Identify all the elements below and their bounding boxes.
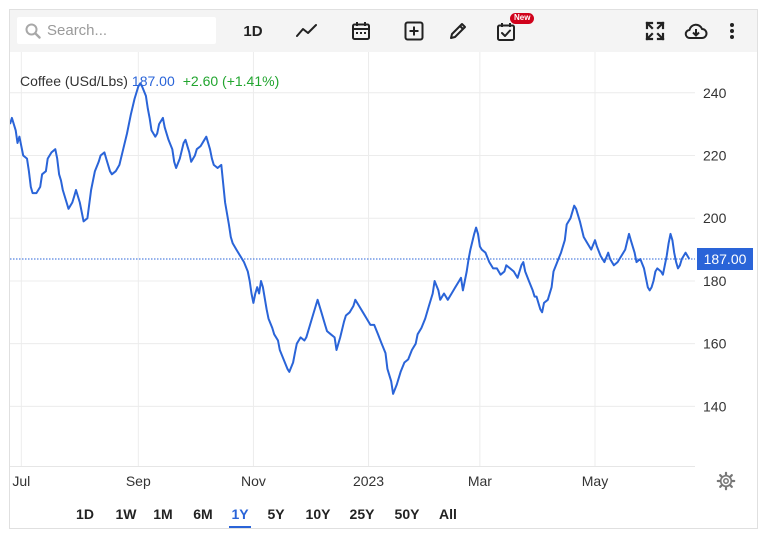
- price-tag-label: 187.00: [704, 251, 747, 267]
- y-tick-label: 180: [703, 273, 727, 289]
- calendar-check-icon: [497, 23, 515, 41]
- fullscreen-icon: [645, 21, 665, 41]
- y-tick-label: 140: [703, 398, 727, 414]
- x-tick-label: Mar: [468, 473, 492, 489]
- range-25y[interactable]: 25Y: [346, 500, 378, 528]
- range-1w[interactable]: 1W: [112, 500, 140, 528]
- range-selector: 1D 1W 1M 6M 1Y 5Y 10Y 25Y 50Y All: [10, 500, 757, 528]
- pencil-icon: [450, 23, 466, 39]
- range-1d[interactable]: 1D: [72, 500, 98, 528]
- range-6m[interactable]: 6M: [190, 500, 216, 528]
- range-10y[interactable]: 10Y: [302, 500, 334, 528]
- x-tick-label: May: [582, 473, 608, 489]
- range-50y[interactable]: 50Y: [391, 500, 423, 528]
- range-all[interactable]: All: [434, 500, 462, 528]
- line-chart-icon: [296, 24, 317, 37]
- price-chart: 140 160 180 200 220 240 Jul Sep Nov 2023 Mar May 187…: [9, 52, 753, 489]
- fullscreen-button[interactable]: [643, 10, 667, 52]
- price-series-line: [9, 82, 691, 395]
- y-tick-label: 220: [703, 148, 727, 164]
- gear-icon: [716, 471, 736, 491]
- search-input[interactable]: [47, 22, 207, 39]
- interval-label: 1D: [243, 22, 263, 40]
- chart-area[interactable]: 140 160 180 200 220 240 Jul Sep Nov 2023 Mar May 187…: [9, 52, 757, 495]
- x-tick-label: Nov: [241, 473, 266, 489]
- range-5y[interactable]: 5Y: [265, 500, 287, 528]
- chart-toolbar: 1D: [10, 10, 757, 52]
- add-comparison-button[interactable]: [402, 10, 426, 52]
- x-tick-label: Sep: [126, 473, 151, 489]
- download-button[interactable]: [682, 10, 710, 52]
- search-box[interactable]: [17, 17, 216, 44]
- chart-settings-button[interactable]: [716, 471, 736, 496]
- cloud-download-icon: [684, 23, 708, 39]
- new-badge: New: [510, 13, 535, 24]
- add-icon: [404, 21, 424, 41]
- y-tick-label: 240: [703, 85, 727, 101]
- range-1y[interactable]: 1Y: [229, 500, 251, 528]
- quote-change: +2.60 (+1.41%): [182, 73, 280, 89]
- quote-header: Coffee (USd/Lbs) 187.00 +2.60 (+1.41%): [20, 73, 279, 89]
- y-tick-label: 160: [703, 336, 727, 352]
- search-icon: [25, 23, 41, 39]
- calendar-icon: [352, 22, 370, 40]
- commodity-name: Coffee (USd/Lbs): [20, 73, 128, 89]
- range-1m[interactable]: 1M: [150, 500, 176, 528]
- quote-price: 187.00: [131, 73, 175, 89]
- draw-button[interactable]: [446, 10, 470, 52]
- more-options-button[interactable]: [724, 10, 740, 52]
- more-vertical-icon: [730, 23, 734, 39]
- x-tick-label: Jul: [12, 473, 30, 489]
- interval-button[interactable]: 1D: [237, 10, 269, 52]
- chart-type-button[interactable]: [294, 10, 320, 52]
- earnings-calendar-button[interactable]: New: [494, 10, 538, 52]
- y-tick-label: 200: [703, 210, 727, 226]
- events-button[interactable]: [349, 10, 373, 52]
- x-tick-label: 2023: [353, 473, 384, 489]
